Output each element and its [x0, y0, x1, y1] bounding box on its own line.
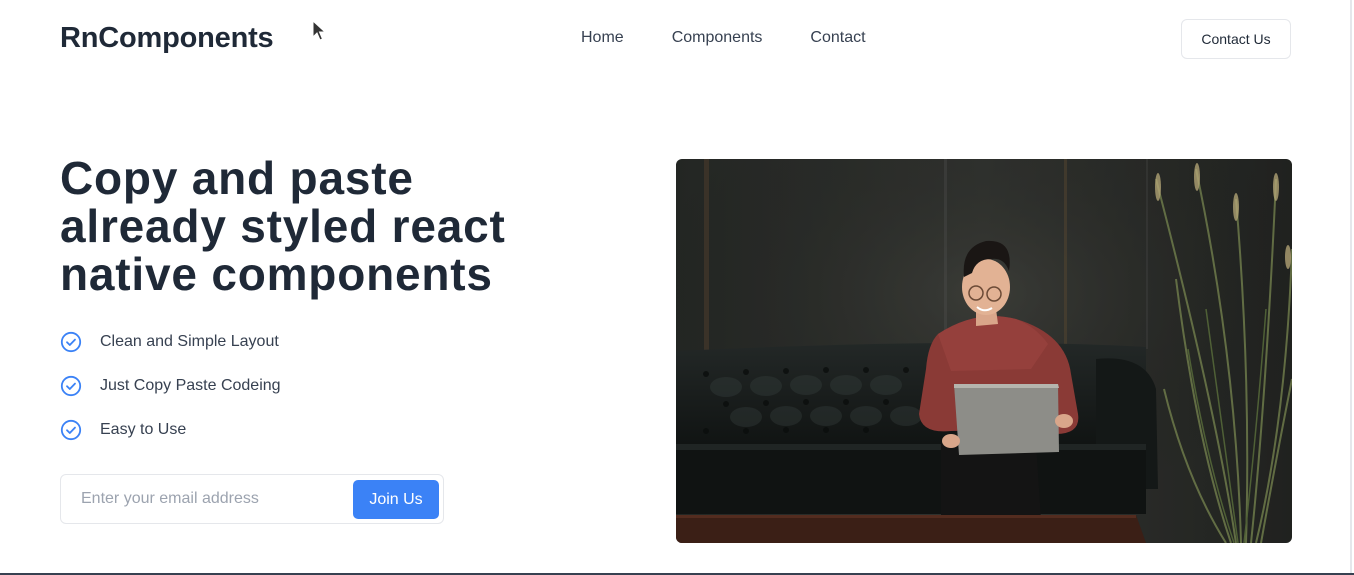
site-logo[interactable]: RnComponents [60, 22, 274, 55]
check-circle-icon [60, 331, 82, 353]
feature-label: Just Copy Paste Codeing [100, 377, 281, 394]
feature-list: Clean and Simple Layout Just Copy Paste … [60, 330, 281, 462]
email-input[interactable] [62, 476, 347, 522]
email-signup-form: Join Us [60, 474, 444, 524]
check-circle-icon [60, 419, 82, 441]
feature-item: Clean and Simple Layout [60, 330, 281, 354]
nav-link-components[interactable]: Components [672, 29, 763, 47]
page: RnComponents Home Components Contact Con… [0, 0, 1352, 575]
scrollbar-track[interactable] [1350, 0, 1352, 575]
feature-label: Clean and Simple Layout [100, 333, 279, 350]
nav-link-contact[interactable]: Contact [810, 29, 865, 47]
join-us-button[interactable]: Join Us [353, 480, 439, 519]
feature-item: Easy to Use [60, 418, 281, 442]
hero-title: Copy and paste already styled react nati… [60, 152, 506, 300]
hero-image [676, 159, 1292, 543]
check-circle-icon [60, 375, 82, 397]
contact-us-button[interactable]: Contact Us [1181, 19, 1291, 59]
feature-item: Just Copy Paste Codeing [60, 374, 281, 398]
nav-link-home[interactable]: Home [581, 29, 624, 47]
main-nav: Home Components Contact [581, 29, 866, 47]
feature-label: Easy to Use [100, 421, 187, 438]
mouse-cursor-icon [312, 20, 326, 41]
